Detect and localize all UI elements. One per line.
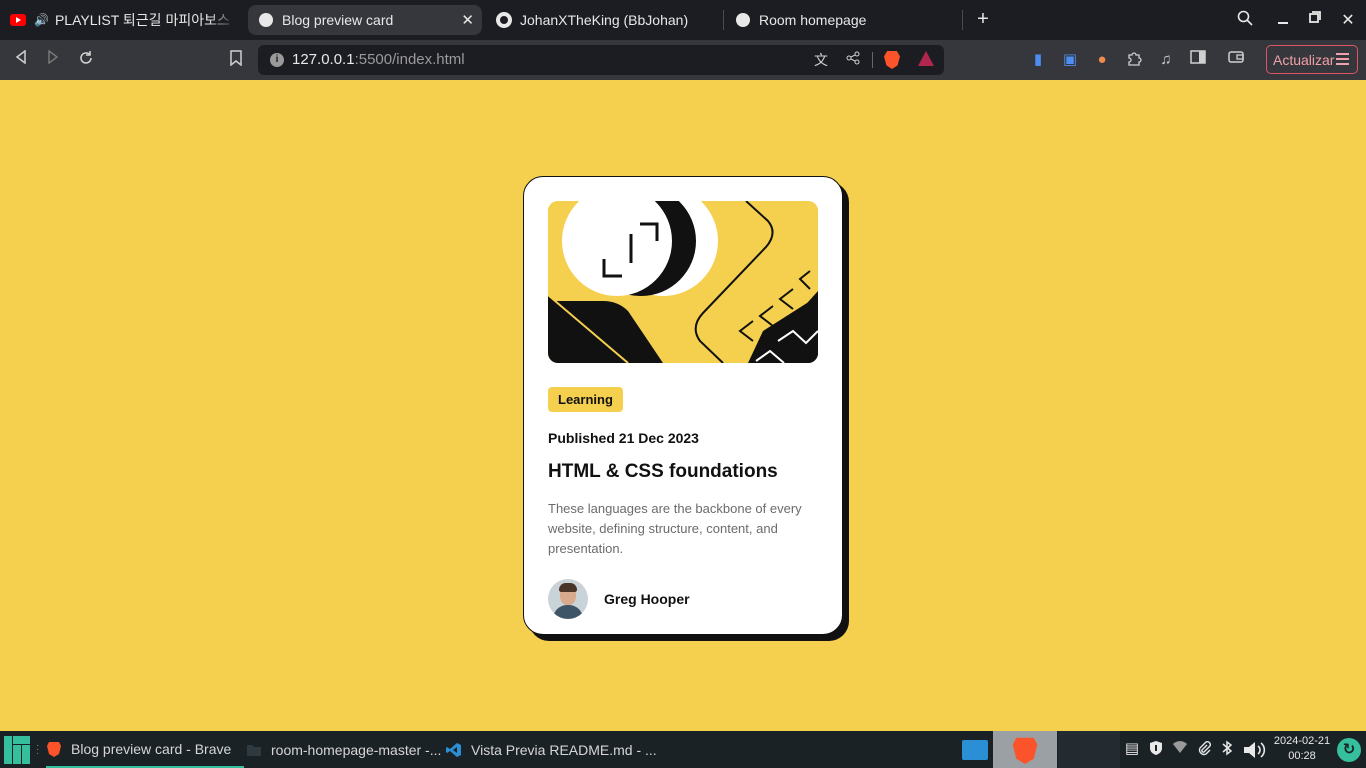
manjaro-menu-icon[interactable] (4, 736, 30, 764)
system-update-icon[interactable]: ↻ (1337, 738, 1361, 762)
tab-github[interactable]: JohanXTheKing (BbJohan) (496, 5, 716, 35)
back-icon[interactable] (11, 49, 31, 70)
clock-date: 2024-02-21 (1273, 735, 1331, 747)
blog-preview-card: Learning Published 21 Dec 2023 HTML & CS… (523, 176, 843, 635)
brave-icon (47, 741, 61, 757)
clipboard-icon[interactable]: ▤ (1123, 740, 1141, 758)
youtube-icon (10, 12, 26, 28)
taskbar-item-brave[interactable]: Blog preview card - Brave (46, 731, 244, 768)
globe-icon (735, 12, 751, 28)
workspace-2[interactable] (993, 731, 1057, 768)
globe-icon (258, 12, 274, 28)
url-path: :5500/index.html (354, 51, 465, 68)
taskbar-item-label: Vista Previa README.md - ... (471, 741, 657, 758)
author: Greg Hooper (548, 579, 818, 619)
tab-label: Room homepage (759, 12, 867, 28)
card-description: These languages are the backbone of ever… (548, 501, 802, 556)
tab-playlist[interactable]: 🔊 PLAYLIST 퇴근길 마피아보스 (10, 5, 238, 35)
brave-icon (1012, 737, 1038, 764)
search-tabs-icon[interactable] (1235, 10, 1255, 31)
translate-icon[interactable]: 文 (812, 51, 830, 69)
card-illustration (548, 201, 818, 363)
tab-label: Blog preview card (282, 12, 394, 28)
clock-time: 00:28 (1288, 750, 1316, 762)
forward-icon[interactable] (43, 49, 63, 70)
bluetooth-icon[interactable] (1218, 740, 1236, 758)
volume-icon[interactable] (1243, 740, 1269, 758)
tab-label: JohanXTheKing (BbJohan) (520, 12, 689, 28)
wifi-icon[interactable] (1171, 740, 1189, 758)
drag-handle-icon[interactable]: · · · (36, 741, 39, 759)
url-text[interactable]: 127.0.0.1:5500/index.html (292, 51, 465, 68)
close-tab-icon[interactable]: ✕ (461, 11, 474, 29)
address-bar[interactable]: i 127.0.0.1:5500/index.html 文 (258, 45, 944, 75)
bookmark-icon[interactable] (226, 50, 246, 70)
wallet-icon[interactable] (1226, 50, 1246, 70)
update-browser-button[interactable]: Actualizar (1266, 45, 1358, 74)
card-title[interactable]: HTML & CSS foundations (548, 461, 818, 483)
sidebar-toggle-icon[interactable] (1188, 50, 1208, 70)
author-name: Greg Hooper (604, 591, 690, 607)
browser-tab-bar: 🔊 PLAYLIST 퇴근길 마피아보스 Blog preview card ✕… (0, 0, 1366, 40)
new-tab-icon[interactable]: + (973, 8, 993, 31)
taskbar-item-label: Blog preview card - Brave (71, 740, 232, 757)
extensions-puzzle-icon[interactable] (1124, 50, 1144, 70)
workspace-1[interactable] (958, 731, 992, 768)
address-bar-separator (872, 52, 873, 68)
update-label: Actualizar (1273, 51, 1335, 68)
vscode-icon (446, 742, 461, 757)
url-host: 127.0.0.1 (292, 51, 355, 68)
brave-rewards-icon[interactable] (918, 51, 934, 66)
tab-blog-preview-card[interactable]: Blog preview card ✕ (248, 5, 482, 35)
taskbar-item-label: room-homepage-master -... (271, 741, 442, 758)
close-window-icon[interactable]: ✕ (1338, 10, 1358, 30)
attachment-icon[interactable] (1195, 740, 1213, 758)
tab-separator (723, 10, 724, 30)
taskbar-item-vscode[interactable]: Vista Previa README.md - ... (446, 731, 657, 768)
share-icon[interactable] (844, 51, 862, 69)
github-icon (496, 12, 512, 28)
speaker-icon[interactable]: 🔊 (34, 13, 49, 27)
media-music-icon[interactable]: ♫ (1156, 50, 1176, 70)
tab-room-homepage[interactable]: Room homepage (735, 5, 955, 35)
brave-shields-icon[interactable] (884, 51, 900, 69)
minimize-icon[interactable] (1273, 10, 1293, 31)
tab-separator (962, 10, 963, 30)
published-date: Published 21 Dec 2023 (548, 430, 699, 446)
folder-icon (247, 744, 261, 756)
os-taskbar: · · · Blog preview card - Brave room-homep… (0, 731, 1366, 768)
avatar (548, 579, 588, 619)
extension-translate-icon[interactable]: ▣ (1060, 50, 1080, 70)
maximize-icon[interactable] (1305, 10, 1325, 28)
workspace-3[interactable] (1058, 731, 1120, 768)
hamburger-menu-icon[interactable] (1336, 53, 1349, 65)
system-clock[interactable]: 2024-02-21 00:28 (1272, 734, 1332, 764)
taskbar-item-folder[interactable]: room-homepage-master -... (246, 731, 446, 768)
security-icon[interactable] (1147, 740, 1165, 758)
category-tag: Learning (548, 387, 623, 412)
reload-icon[interactable] (76, 50, 96, 70)
extension-orange-icon[interactable]: ● (1092, 50, 1112, 70)
site-info-icon[interactable]: i (270, 53, 284, 67)
extension-docs-icon[interactable]: ▮ (1028, 50, 1048, 70)
tab-label: PLAYLIST 퇴근길 마피아보스 (54, 12, 230, 28)
